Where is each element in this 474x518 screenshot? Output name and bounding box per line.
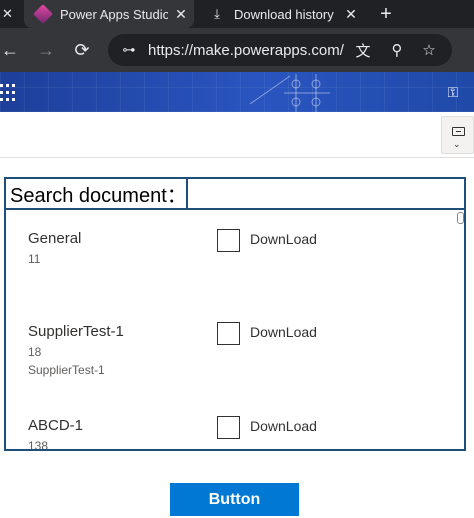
tab-label: Power Apps Studio: [60, 6, 168, 22]
browser-toolbar: ← → ⟳ ⊶ https://make.powerapps.com/... 文…: [0, 28, 474, 72]
search-input[interactable]: [188, 179, 464, 208]
zoom-icon[interactable]: ⚲: [382, 34, 412, 66]
download-checkbox-label[interactable]: DownLoad: [250, 324, 317, 340]
chevron-down-icon: ⌄: [453, 139, 461, 149]
search-document-label: Search document：: [6, 179, 188, 208]
command-bar-toggle-button[interactable]: ⌄: [441, 116, 474, 154]
url-text[interactable]: https://make.powerapps.com/...: [148, 42, 344, 59]
item-title: General: [28, 230, 82, 247]
download-checkbox-label[interactable]: DownLoad: [250, 418, 317, 434]
back-button[interactable]: ←: [0, 36, 24, 64]
document-gallery[interactable]: General 11 DownLoad SupplierTest-1 18 Su…: [4, 208, 466, 451]
item-number: 11: [28, 252, 41, 266]
item-number: 18: [28, 345, 42, 359]
reload-button[interactable]: ⟳: [68, 36, 96, 64]
bookmark-star-icon[interactable]: ☆: [414, 34, 444, 66]
download-checkbox-label[interactable]: DownLoad: [250, 231, 317, 247]
forward-button[interactable]: →: [32, 36, 60, 64]
item-title: SupplierTest-1: [28, 323, 124, 340]
download-checkbox[interactable]: [217, 322, 240, 345]
download-checkbox[interactable]: [217, 229, 240, 252]
tab-strip-close-icon[interactable]: ✕: [0, 0, 20, 28]
item-title: ABCD-1: [28, 417, 84, 434]
tab-close-icon[interactable]: ✕: [168, 6, 194, 23]
tab-label: Download history: [234, 6, 334, 22]
item-number: 138: [28, 439, 49, 451]
gallery-item[interactable]: General 11 DownLoad: [6, 210, 456, 303]
power-apps-header: ⚿: [0, 72, 474, 112]
panel-icon: [452, 127, 465, 136]
address-bar[interactable]: ⊶ https://make.powerapps.com/... 文 ⚲ ☆: [108, 34, 452, 66]
gallery-scrollbar[interactable]: [457, 212, 464, 224]
power-apps-logo-icon: [33, 4, 53, 24]
header-environment-icon[interactable]: ⚿: [442, 82, 464, 102]
download-icon: ⤓: [214, 6, 220, 21]
tab-power-apps-studio[interactable]: Power Apps Studio ✕: [24, 0, 194, 28]
gallery-item[interactable]: ABCD-1 138 DownLoad: [6, 397, 456, 451]
download-checkbox[interactable]: [217, 416, 240, 439]
gallery-item[interactable]: SupplierTest-1 18 SupplierTest-1 DownLoa…: [6, 303, 456, 396]
tab-download-history[interactable]: ⤓ Download history ✕: [198, 0, 364, 28]
main-action-button[interactable]: Button: [170, 483, 299, 516]
item-subtitle: SupplierTest-1: [28, 363, 105, 377]
header-decoration-icon: [250, 74, 330, 112]
translate-icon[interactable]: 文: [348, 34, 378, 66]
app-launcher-waffle-icon[interactable]: [0, 82, 16, 102]
tab-close-icon[interactable]: ✕: [338, 6, 364, 23]
site-settings-icon[interactable]: ⊶: [114, 42, 144, 58]
studio-command-bar: ⌄: [0, 112, 474, 158]
search-row: Search document：: [4, 177, 466, 210]
browser-tab-strip: ✕ Power Apps Studio ✕ ⤓ Download history…: [0, 0, 474, 28]
new-tab-button[interactable]: +: [372, 0, 400, 28]
